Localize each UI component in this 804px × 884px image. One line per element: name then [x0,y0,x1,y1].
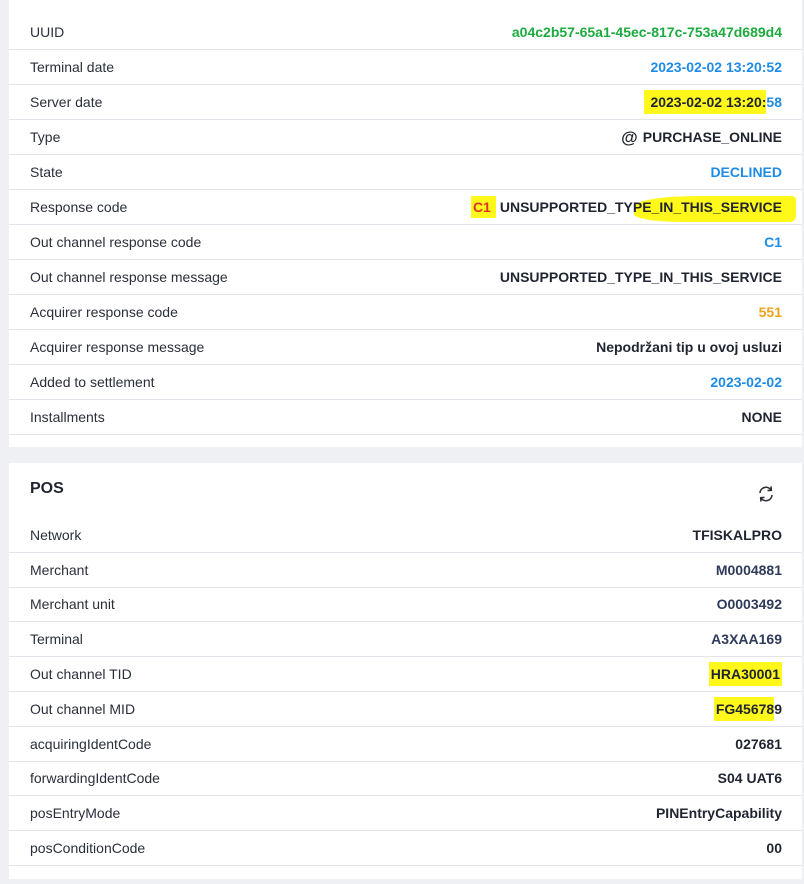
installments-value: NONE [741,409,782,425]
terminal-value: A3XAA169 [711,631,782,647]
type-row: Type @ PURCHASE_ONLINE [9,120,802,155]
acquirer-response-message-row: Acquirer response message Nepodržani tip… [9,330,802,365]
uuid-value: a04c2b57-65a1-45ec-817c-753a47d689d4 [511,24,782,40]
added-to-settlement-label: Added to settlement [30,374,155,390]
out-channel-response-code-value: C1 [764,234,782,250]
out-channel-tid-value: HRA30001 [708,657,782,691]
network-row: Network TFISKALPRO [9,518,802,553]
out-channel-mid-label: Out channel MID [30,701,136,717]
forwarding-ident-code-label: forwardingIdentCode [30,770,160,786]
out-channel-response-message-row: Out channel response message UNSUPPORTED… [9,260,802,295]
merchant-row: Merchant M0004881 [9,553,802,588]
pos-condition-code-value: 00 [766,840,782,856]
state-value: DECLINED [710,164,782,180]
acquiring-ident-code-label: acquiringIdentCode [30,736,152,752]
out-channel-mid-row: Out channel MID FG456789 [9,692,802,727]
acquirer-response-message-value: Nepodržani tip u ovoj usluzi [596,339,782,355]
pos-entry-mode-value: PINEntryCapability [655,805,782,821]
installments-row: Installments NONE [9,400,802,435]
terminal-date-label: Terminal date [30,59,115,75]
pos-condition-code-row: posConditionCode 00 [9,831,802,866]
out-channel-tid-highlighted: HRA30001 [708,662,782,686]
out-channel-response-message-value: UNSUPPORTED_TYPE_IN_THIS_SERVICE [499,269,782,285]
acquirer-response-message-label: Acquirer response message [30,339,205,355]
network-value: TFISKALPRO [692,527,782,543]
forwarding-ident-code-value: S04 UAT6 [717,770,782,786]
acquiring-ident-code-row: acquiringIdentCode 027681 [9,727,802,762]
server-date-row: Server date 2023-02-02 13:20:58 [9,85,802,120]
pos-condition-code-label: posConditionCode [30,840,146,856]
response-code-value-group: C1 UNSUPPORTED_TYPE_IN_THIS_SERVICE [470,190,782,224]
out-channel-response-code-row: Out channel response code C1 [9,225,802,260]
acquirer-response-code-label: Acquirer response code [30,304,178,320]
terminal-date-value: 2023-02-02 13:20:52 [650,59,782,75]
added-to-settlement-row: Added to settlement 2023-02-02 [9,365,802,400]
pos-entry-mode-label: posEntryMode [30,805,121,821]
out-channel-mid-highlighted: FG45678 [713,697,775,721]
transaction-details-card: UUID a04c2b57-65a1-45ec-817c-753a47d689d… [9,0,802,447]
out-channel-response-code-label: Out channel response code [30,234,202,250]
merchant-label: Merchant [30,562,89,578]
pos-card: POS Network TFISKALPRO Merchant M0004881… [9,463,802,879]
state-row: State DECLINED [9,155,802,190]
server-date-highlighted: 2023-02-02 13:20: [644,90,767,114]
type-value-group: @ PURCHASE_ONLINE [621,120,782,155]
server-date-seconds: 58 [766,94,782,110]
pos-title: POS [30,480,64,497]
terminal-date-row: Terminal date 2023-02-02 13:20:52 [9,50,802,85]
merchant-unit-row: Merchant unit O0003492 [9,587,802,622]
type-value: PURCHASE_ONLINE [642,129,782,145]
acquirer-response-code-row: Acquirer response code 551 [9,295,802,330]
response-code-label: Response code [30,199,128,215]
added-to-settlement-value: 2023-02-02 [710,374,782,390]
acquiring-ident-code-value: 027681 [735,736,782,752]
uuid-row: UUID a04c2b57-65a1-45ec-817c-753a47d689d… [9,15,802,50]
acquirer-response-code-value: 551 [758,304,782,320]
merchant-unit-label: Merchant unit [30,596,115,612]
out-channel-tid-row: Out channel TID HRA30001 [9,657,802,692]
forwarding-ident-code-row: forwardingIdentCode S04 UAT6 [9,761,802,796]
out-channel-mid-rest: 9 [774,701,782,717]
state-label: State [30,164,63,180]
terminal-row: Terminal A3XAA169 [9,622,802,657]
refresh-icon[interactable] [756,484,776,504]
response-code-row: Response code C1 UNSUPPORTED_TYPE_IN_THIS… [9,190,802,225]
server-date-value: 2023-02-02 13:20:58 [644,85,782,119]
response-code-value: UNSUPPORTED_TYPE_IN_THIS_SERVICE [499,199,782,215]
type-label: Type [30,129,61,145]
response-code-badge: C1 [470,196,496,218]
pos-entry-mode-row: posEntryMode PINEntryCapability [9,796,802,831]
uuid-label: UUID [30,24,65,40]
out-channel-tid-label: Out channel TID [30,666,132,682]
terminal-label: Terminal [30,631,83,647]
merchant-unit-value: O0003492 [716,596,782,612]
out-channel-response-message-label: Out channel response message [30,269,228,285]
merchant-value: M0004881 [715,562,782,578]
server-date-label: Server date [30,94,103,110]
out-channel-mid-value: FG456789 [713,692,782,726]
network-label: Network [30,527,82,543]
at-icon: @ [621,128,638,147]
installments-label: Installments [30,409,105,425]
